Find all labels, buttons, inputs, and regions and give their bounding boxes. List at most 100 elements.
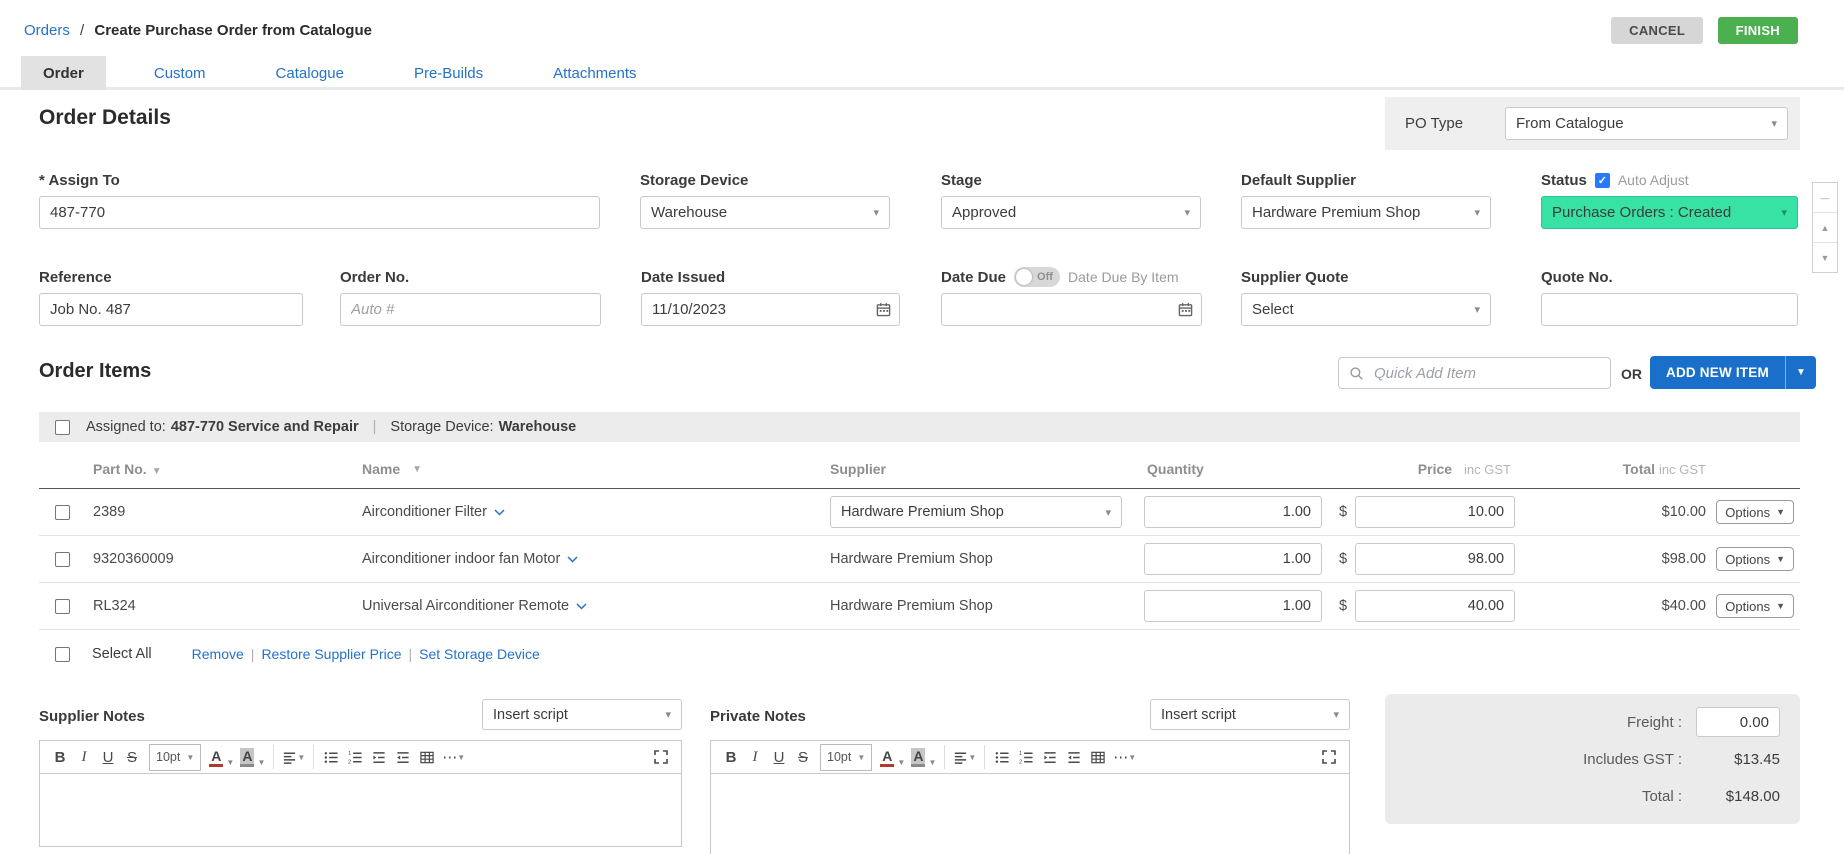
tab-attachments[interactable]: Attachments	[531, 56, 658, 90]
breadcrumb-orders-link[interactable]: Orders	[24, 22, 70, 39]
calendar-icon[interactable]	[876, 302, 891, 317]
scroll-track-dash[interactable]: —	[1813, 183, 1837, 213]
date-issued-input[interactable]	[641, 293, 900, 326]
scroll-up-icon[interactable]: ▲	[1813, 213, 1837, 243]
italic-button[interactable]: I	[744, 744, 766, 770]
column-supplier: Supplier	[820, 461, 1130, 477]
quantity-input[interactable]	[1144, 543, 1322, 575]
caret-down-icon: ▼	[1796, 367, 1806, 378]
outdent-button[interactable]	[1063, 744, 1085, 770]
font-size-select[interactable]: 10pt▼	[820, 744, 872, 771]
tab-custom[interactable]: Custom	[132, 56, 228, 90]
bold-button[interactable]: B	[49, 744, 71, 770]
reference-input[interactable]	[39, 293, 303, 326]
bullet-list-button[interactable]	[320, 744, 342, 770]
quantity-input[interactable]	[1144, 590, 1322, 622]
table-button[interactable]	[416, 744, 438, 770]
options-button[interactable]: Options ▼	[1716, 547, 1794, 571]
item-name-link[interactable]: Airconditioner indoor fan Motor	[362, 551, 560, 567]
align-button[interactable]: ▼	[280, 744, 307, 770]
po-type-select[interactable]: From Catalogue ▾	[1505, 107, 1788, 140]
align-button[interactable]: ▼	[951, 744, 978, 770]
supplier-quote-select[interactable]: Select ▾	[1241, 293, 1491, 326]
strikethrough-button[interactable]: S	[121, 744, 143, 770]
options-button[interactable]: Options ▼	[1716, 594, 1794, 618]
row-checkbox[interactable]	[55, 505, 70, 520]
quote-no-input[interactable]	[1541, 293, 1798, 326]
default-supplier-select[interactable]: Hardware Premium Shop ▾	[1241, 196, 1491, 229]
private-notes-textarea[interactable]	[710, 774, 1350, 854]
tab-catalogue[interactable]: Catalogue	[254, 56, 366, 90]
tab-pre-builds[interactable]: Pre-Builds	[392, 56, 505, 90]
scroll-down-icon[interactable]: ▼	[1813, 243, 1837, 272]
bold-button[interactable]: B	[720, 744, 742, 770]
font-size-select[interactable]: 10pt▼	[149, 744, 201, 771]
cancel-button[interactable]: CANCEL	[1611, 17, 1703, 44]
assign-to-input[interactable]	[39, 196, 600, 229]
order-no-input[interactable]	[340, 293, 601, 326]
table-button[interactable]	[1087, 744, 1109, 770]
price-input[interactable]	[1355, 496, 1515, 528]
fullscreen-button[interactable]	[1318, 744, 1340, 770]
field-supplier-quote: Supplier Quote Select ▾	[1241, 267, 1491, 326]
calendar-icon[interactable]	[1178, 302, 1193, 317]
bulk-action-restore-supplier-price[interactable]: Restore Supplier Price	[261, 646, 401, 662]
select-all-checkbox[interactable]	[55, 647, 70, 662]
tab-order[interactable]: Order	[21, 56, 106, 90]
row-supplier-select[interactable]: Hardware Premium Shop ▾	[830, 496, 1122, 528]
highlight-color-button[interactable]: A▼	[240, 748, 265, 767]
strikethrough-button[interactable]: S	[792, 744, 814, 770]
text-color-button[interactable]: A▼	[209, 748, 234, 767]
underline-button[interactable]: U	[97, 744, 119, 770]
underline-button[interactable]: U	[768, 744, 790, 770]
auto-adjust-checkbox[interactable]: ✓	[1595, 173, 1610, 188]
options-button[interactable]: Options ▼	[1716, 500, 1794, 524]
freight-input[interactable]	[1696, 707, 1780, 737]
storage-device-select[interactable]: Warehouse ▾	[640, 196, 890, 229]
chevron-down-icon[interactable]	[567, 556, 578, 563]
italic-button[interactable]: I	[73, 744, 95, 770]
table-row: 9320360009 Airconditioner indoor fan Mot…	[39, 536, 1800, 583]
status-select[interactable]: Purchase Orders : Created ▾	[1541, 196, 1798, 229]
tab-bar: Order Custom Catalogue Pre-Builds Attach…	[21, 56, 685, 90]
row-checkbox[interactable]	[55, 552, 70, 567]
quantity-input[interactable]	[1144, 496, 1322, 528]
stage-select[interactable]: Approved ▾	[941, 196, 1201, 229]
more-tools-button[interactable]: ⋯▼	[440, 744, 467, 770]
supplier-insert-script-select[interactable]: Insert script ▾	[482, 699, 682, 730]
quantity-header-label: Quantity	[1147, 461, 1204, 477]
item-name-link[interactable]: Airconditioner Filter	[362, 504, 487, 520]
highlight-color-button[interactable]: A▼	[911, 748, 936, 767]
fullscreen-button[interactable]	[650, 744, 672, 770]
date-due-input[interactable]	[941, 293, 1202, 326]
add-new-item-button[interactable]: ADD NEW ITEM ▼	[1650, 356, 1816, 389]
outdent-button[interactable]	[392, 744, 414, 770]
supplier-notes-textarea[interactable]	[39, 774, 682, 847]
item-name-link[interactable]: Universal Airconditioner Remote	[362, 598, 569, 614]
date-due-toggle[interactable]: Off	[1014, 267, 1060, 287]
indent-button[interactable]	[368, 744, 390, 770]
indent-button[interactable]	[1039, 744, 1061, 770]
group-checkbox[interactable]	[55, 420, 70, 435]
finish-button[interactable]: FINISH	[1718, 17, 1798, 44]
column-part-no[interactable]: Part No.▼	[83, 461, 323, 477]
column-name[interactable]: Name▼	[323, 461, 820, 477]
price-input[interactable]	[1355, 590, 1515, 622]
assignment-group-bar: Assigned to: 487-770 Service and Repair …	[39, 412, 1800, 442]
chevron-down-icon[interactable]	[494, 509, 505, 516]
quick-add-input[interactable]	[1372, 364, 1600, 383]
private-insert-script-select[interactable]: Insert script ▾	[1150, 699, 1350, 730]
price-input[interactable]	[1355, 543, 1515, 575]
more-tools-button[interactable]: ⋯▼	[1111, 744, 1138, 770]
row-checkbox[interactable]	[55, 599, 70, 614]
page-title: Create Purchase Order from Catalogue	[94, 22, 372, 39]
bulk-action-remove[interactable]: Remove	[192, 646, 244, 662]
add-new-item-dropdown[interactable]: ▼	[1785, 356, 1816, 389]
bulk-action-set-storage-device[interactable]: Set Storage Device	[419, 646, 540, 662]
numbered-list-button[interactable]: 12	[344, 744, 366, 770]
quote-no-label: Quote No.	[1541, 267, 1798, 287]
numbered-list-button[interactable]: 12	[1015, 744, 1037, 770]
text-color-button[interactable]: A▼	[880, 748, 905, 767]
bullet-list-button[interactable]	[991, 744, 1013, 770]
chevron-down-icon[interactable]	[576, 603, 587, 610]
